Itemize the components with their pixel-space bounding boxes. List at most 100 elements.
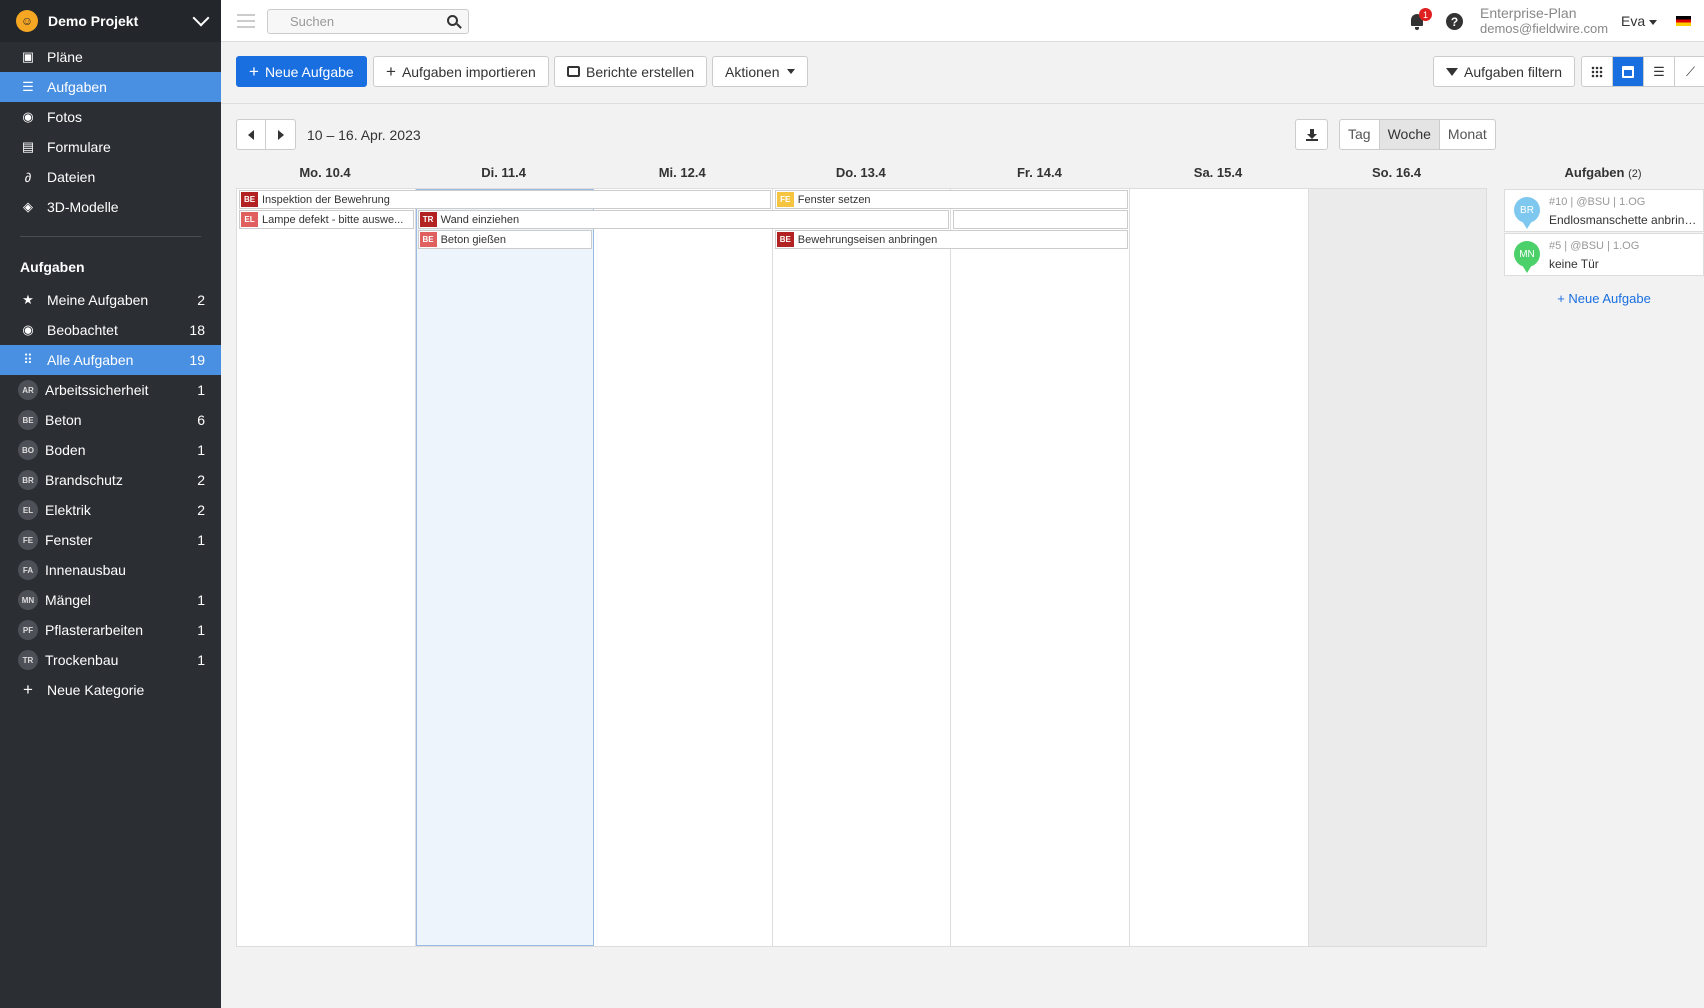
search-icon[interactable] [447,15,458,26]
category-badge: BE [18,410,38,430]
panel-new-task-link[interactable]: + Neue Aufgabe [1504,291,1704,306]
task-title: Beton gießen [440,233,507,246]
task-meta: #5 | @BSU | 1.OG [1549,240,1640,252]
task-bar[interactable] [953,210,1128,229]
task-category-tag: BE [776,232,794,247]
date-range: 10 – 16. Apr. 2023 [307,127,421,143]
help-icon[interactable]: ? [1446,13,1463,30]
day-header: Do. 13.4 [835,165,886,180]
toolbar: + Neue Aufgabe + Aufgaben importieren Beri… [221,42,1704,104]
filter-icon [1446,67,1458,76]
range-button[interactable]: Tag [1340,120,1380,149]
new-task-label: Neue Aufgabe [264,63,354,80]
nav-label: Formulare [47,139,111,155]
nav-label: Beobachtet [47,322,118,338]
task-bar[interactable]: EL Lampe defekt - bitte auswe... [239,210,414,229]
sidebar-item-5[interactable]: ◈ 3D-Modelle [0,192,221,222]
category-badge: BO [18,440,38,460]
menu-icon[interactable] [237,14,255,28]
range-button[interactable]: Woche [1379,120,1440,149]
category-item[interactable]: EL Elektrik 2 [0,495,221,525]
sidebar-item-2[interactable]: ◉ Fotos [0,102,221,132]
unscheduled-task-card[interactable]: BR #10 | @BSU | 1.OG Endlosmanschette anbr… [1504,189,1704,232]
category-item[interactable]: TR Trockenbau 1 [0,645,221,675]
sidebar-item-3[interactable]: ▤ Formulare [0,132,221,162]
task-title: Fenster setzen [797,193,871,206]
actions-dropdown[interactable]: Aktionen [712,56,809,87]
day-column[interactable] [1308,189,1488,946]
project-switcher[interactable]: ☺ Demo Projekt [0,0,221,42]
category-badge: FA [18,560,38,580]
day-column[interactable] [594,189,773,946]
day-column[interactable] [773,189,952,946]
import-tasks-button[interactable]: + Aufgaben importieren [373,56,549,87]
task-bar[interactable]: BE Beton gießen [417,230,593,249]
category-label: Arbeitssicherheit [45,382,149,398]
nav-label: Dateien [47,169,96,185]
user-menu[interactable]: Eva [1621,13,1658,29]
previous-week-button[interactable] [237,120,266,149]
task-category-tag: EL [241,212,258,227]
category-item[interactable]: AR Arbeitssicherheit 1 [0,375,221,405]
german-flag-icon[interactable] [1676,16,1691,26]
filter-tasks-button[interactable]: Aufgaben filtern [1433,56,1576,87]
task-bar[interactable]: TR Wand einziehen [417,210,950,229]
new-task-button[interactable]: + Neue Aufgabe [236,56,367,87]
account-email: demos@fieldwire.com [1480,21,1609,36]
gantt-icon: ☰ [1653,63,1665,79]
new-category-button[interactable]: + Neue Kategorie [0,675,221,705]
task-category-tag: TR [419,212,437,227]
category-label: Fenster [45,532,93,548]
grid-view-button[interactable] [1582,57,1613,86]
category-item[interactable]: PF Pflasterarbeiten 1 [0,615,221,645]
search-input[interactable] [268,10,438,33]
plans-icon: ▣ [21,49,35,64]
sidebar-item-0[interactable]: ▣ Pläne [0,42,221,72]
download-button[interactable] [1295,119,1328,150]
category-item[interactable]: BR Brandschutz 2 [0,465,221,495]
sidebar-item-1[interactable]: ☰ Aufgaben [0,72,221,102]
main-nav: ▣ Pläne ☰ Aufgaben ◉ Fotos ▤ Formulare ∂ Dateien ◈… [0,42,221,222]
range-button[interactable]: Monat [1440,120,1495,149]
category-item[interactable]: FA Innenausbau [0,555,221,585]
category-item[interactable]: BE Beton 6 [0,405,221,435]
task-bar[interactable]: BE Bewehrungseisen anbringen [774,230,1128,249]
category-label: Mängel [45,592,91,608]
filter-item-1[interactable]: ◉ Beobachtet 18 [0,315,221,345]
next-week-button[interactable] [266,120,295,149]
create-reports-button[interactable]: Berichte erstellen [554,56,708,87]
day-column[interactable] [951,189,1130,946]
filter-item-0[interactable]: ★ Meine Aufgaben 2 [0,285,221,315]
task-title: keine Tür [1549,257,1599,271]
category-badge: PF [18,620,38,640]
task-bar[interactable]: BE Inspektion der Bewehrung [239,190,771,209]
account-info: Enterprise-Plan demos@fieldwire.com [1480,6,1609,37]
sidebar-item-4[interactable]: ∂ Dateien [0,162,221,192]
category-item[interactable]: FE Fenster 1 [0,525,221,555]
category-badge: TR [18,650,38,670]
notifications-button[interactable]: 1 [1408,8,1432,30]
task-title: Wand einziehen [440,213,520,226]
category-badge: FE [18,530,38,550]
create-reports-label: Berichte erstellen [586,63,695,80]
cube-icon: ◈ [23,199,33,214]
task-title: Inspektion der Bewehrung [262,193,390,206]
project-logo: ☺ [16,10,38,32]
day-column[interactable] [237,189,416,946]
gantt-view-button[interactable]: ☰ [1644,57,1675,86]
task-bar[interactable]: FE Fenster setzen [774,190,1128,209]
chart-view-button[interactable]: ⟋ [1675,57,1704,86]
category-badge: MN [18,590,38,610]
day-column[interactable] [415,189,595,946]
calendar-grid: BE Inspektion der Bewehrung FE Fenster setz… [236,188,1488,947]
category-item[interactable]: MN Mängel 1 [0,585,221,615]
category-count: 1 [197,382,205,398]
category-item[interactable]: BO Boden 1 [0,435,221,465]
nav-label: Fotos [47,109,83,125]
calendar-icon [1622,65,1634,78]
task-title: Endlosmanschette anbringen [1549,213,1699,227]
unscheduled-task-card[interactable]: MN #5 | @BSU | 1.OG keine Tür [1504,233,1704,276]
day-column[interactable] [1130,189,1309,946]
filter-item-2[interactable]: ⠿ Alle Aufgaben 19 [0,345,221,375]
calendar-view-button[interactable] [1613,57,1644,86]
